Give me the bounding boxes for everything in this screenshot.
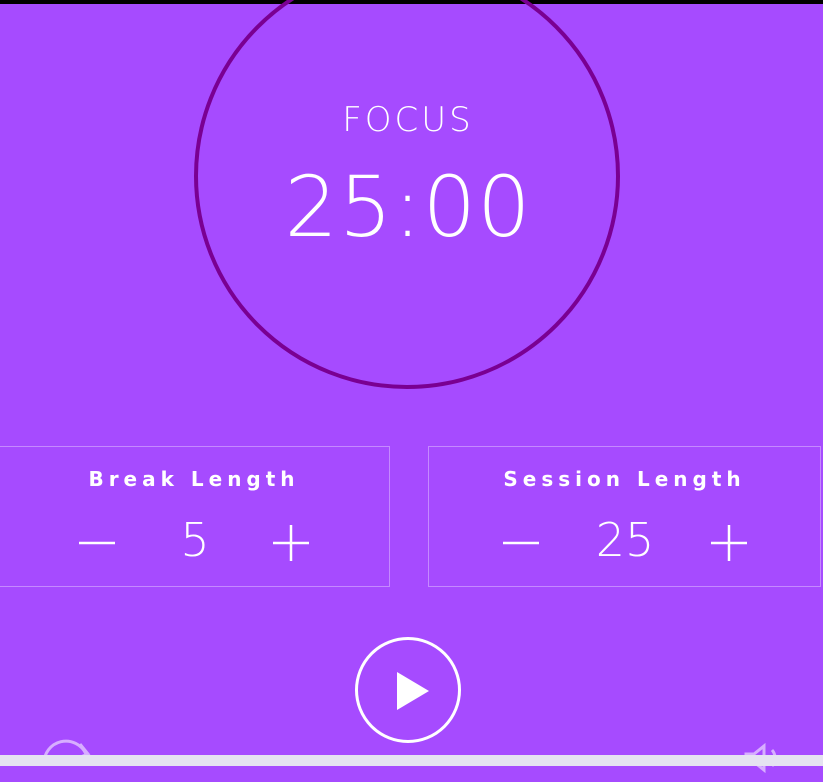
- minus-icon: [79, 541, 115, 545]
- bottom-strip: [0, 755, 823, 766]
- session-length-title: Session Length: [503, 467, 746, 491]
- session-decrement-button[interactable]: [499, 521, 543, 565]
- plus-icon: [711, 525, 747, 561]
- timer-label: FOCUS: [342, 100, 474, 140]
- break-increment-button[interactable]: [269, 521, 313, 565]
- play-button[interactable]: [355, 637, 461, 743]
- plus-icon: [273, 525, 309, 561]
- session-length-panel: Session Length 25: [428, 446, 821, 587]
- break-length-panel: Break Length 5: [0, 446, 390, 587]
- timer-time: 25:00: [284, 158, 532, 256]
- break-decrement-button[interactable]: [75, 521, 119, 565]
- session-increment-button[interactable]: [707, 521, 751, 565]
- break-length-value: 5: [180, 513, 210, 567]
- play-icon: [397, 672, 429, 710]
- break-length-title: Break Length: [88, 467, 300, 491]
- minus-icon: [503, 541, 539, 545]
- session-length-value: 25: [595, 513, 655, 567]
